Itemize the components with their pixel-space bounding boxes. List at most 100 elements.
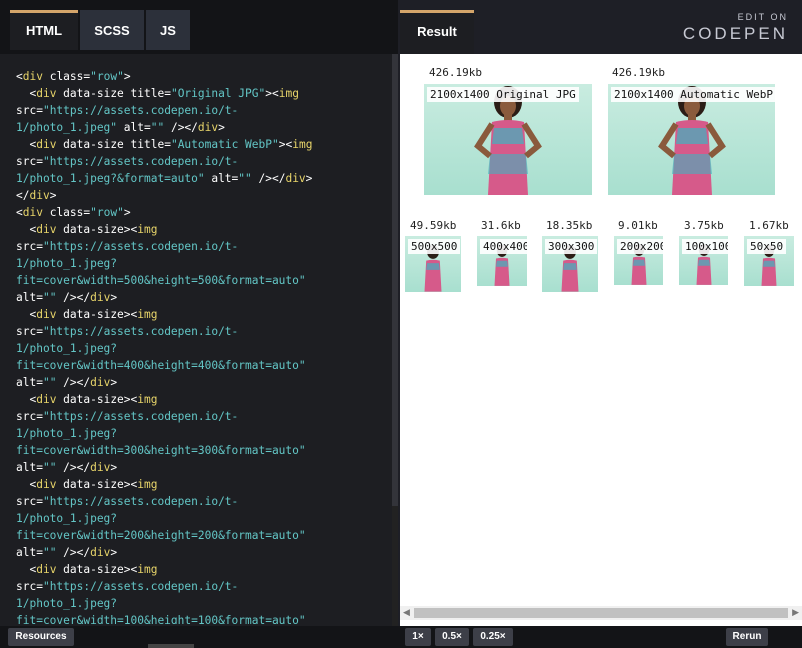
code-token: >< <box>123 563 138 576</box>
code-token: "" <box>42 291 57 304</box>
image-caption: 2100x1400 Original JPG <box>427 87 579 102</box>
code-token: alt= <box>204 172 239 185</box>
code-token: > <box>110 461 118 474</box>
code-line: <div data-size><img <box>16 476 386 493</box>
code-token: fit=cover&width=100&height=100&format=au… <box>16 614 306 624</box>
code-token: "https://assets.codepen.io/t- <box>42 325 239 338</box>
code-token: >< <box>278 138 293 151</box>
code-line: </div> <box>16 187 386 204</box>
code-token: data-size <box>56 308 124 321</box>
code-token: "https://assets.codepen.io/t- <box>42 410 239 423</box>
code-token: div <box>36 478 57 491</box>
image-size-label: 426.19kb <box>612 66 665 79</box>
tab-result[interactable]: Result <box>400 10 474 54</box>
image-500: 500x500 <box>405 236 461 292</box>
tab-scss[interactable]: SCSS <box>80 10 144 50</box>
code-token: data-size <box>56 563 124 576</box>
zoom-1x-button[interactable]: 1× <box>405 628 431 646</box>
code-token: src= <box>16 580 43 593</box>
code-token: "" <box>42 376 57 389</box>
code-line: alt="" /></div> <box>16 544 386 561</box>
result-horizontal-scrollbar[interactable]: ◀ ▶ <box>400 606 802 620</box>
code-token: < <box>16 206 23 219</box>
code-token: alt= <box>16 376 43 389</box>
zoom-05x-button[interactable]: 0.5× <box>435 628 469 646</box>
code-line: alt="" /></div> <box>16 374 386 391</box>
scroll-left-icon[interactable]: ◀ <box>403 607 410 618</box>
image-100: 100x100 <box>679 236 728 285</box>
code-token: div <box>22 70 43 83</box>
code-token: src= <box>16 104 43 117</box>
code-token: div <box>36 138 57 151</box>
tab-html[interactable]: HTML <box>10 10 78 50</box>
result-preview: 426.19kb 2100x1400 Original JPG 426.19kb <box>400 54 802 626</box>
code-line: src="https://assets.codepen.io/t- <box>16 493 386 510</box>
code-token: > <box>305 172 313 185</box>
resize-handle[interactable] <box>148 644 194 648</box>
code-token: alt= <box>16 461 43 474</box>
code-token: < <box>16 563 37 576</box>
scroll-right-icon[interactable]: ▶ <box>792 607 799 618</box>
code-token: 1/photo_1.jpeg? <box>16 257 118 270</box>
code-token: /></ <box>251 172 286 185</box>
code-token: 1/photo_1.jpeg? <box>16 342 118 355</box>
code-line: alt="" /></div> <box>16 459 386 476</box>
code-line: <div data-size title="Automatic WebP"><i… <box>16 136 386 153</box>
code-token: /></ <box>56 546 91 559</box>
code-token: </ <box>16 189 30 202</box>
image-size-label: 9.01kb <box>618 219 658 232</box>
code-token: div <box>36 563 57 576</box>
image-size-label: 3.75kb <box>684 219 724 232</box>
image-caption: 2100x1400 Automatic WebP <box>611 87 775 102</box>
code-token: div <box>285 172 306 185</box>
code-line: fit=cover&width=100&height=100&format=au… <box>16 612 386 624</box>
edit-on-label[interactable]: EDIT ON <box>738 12 788 22</box>
image-caption: 200x200 <box>617 239 663 254</box>
code-token: src= <box>16 155 43 168</box>
code-token: < <box>16 70 23 83</box>
code-token: data-size title= <box>56 87 171 100</box>
code-token: 1/photo_1.jpeg?&format=auto" <box>16 172 205 185</box>
code-token: fit=cover&width=200&height=200&format=au… <box>16 529 306 542</box>
code-token: >< <box>265 87 279 100</box>
html-code-editor[interactable]: <div class="row"> <div data-size title="… <box>16 68 386 624</box>
code-token: div <box>90 461 111 474</box>
codepen-logo[interactable]: CODEPEN <box>683 24 788 44</box>
code-line: <div class="row"> <box>16 68 386 85</box>
code-token: "" <box>42 461 57 474</box>
code-token: class= <box>42 206 91 219</box>
rerun-button[interactable]: Rerun <box>726 628 768 646</box>
codepen-window: HTML SCSS JS <div class="row"> <div data… <box>0 0 802 648</box>
code-token: "https://assets.codepen.io/t- <box>42 580 239 593</box>
image-size-label: 18.35kb <box>546 219 593 232</box>
tab-js[interactable]: JS <box>146 10 190 50</box>
code-token: < <box>16 138 37 151</box>
image-automatic-webp: 2100x1400 Automatic WebP <box>608 84 775 195</box>
editor-scrollbar[interactable] <box>392 54 398 626</box>
code-line: 1/photo_1.jpeg? <box>16 255 386 272</box>
code-token: img <box>292 138 313 151</box>
image-size-label: 1.67kb <box>749 219 789 232</box>
zoom-025x-button[interactable]: 0.25× <box>473 628 513 646</box>
code-token: "https://assets.codepen.io/t- <box>42 104 239 117</box>
image-400: 400x400 <box>477 236 527 286</box>
code-token: data-size <box>56 478 124 491</box>
code-line: <div data-size><img <box>16 391 386 408</box>
image-200: 200x200 <box>614 236 663 285</box>
code-token: > <box>110 291 118 304</box>
code-token: > <box>123 70 131 83</box>
code-line: src="https://assets.codepen.io/t- <box>16 102 386 119</box>
code-token: div <box>90 376 111 389</box>
code-line: <div data-size><img <box>16 221 386 238</box>
code-token: /></ <box>56 291 91 304</box>
code-line: <div data-size title="Original JPG"><img <box>16 85 386 102</box>
resources-button[interactable]: Resources <box>8 628 74 646</box>
scrollbar-thumb[interactable] <box>414 608 788 618</box>
code-token: src= <box>16 240 43 253</box>
code-line: fit=cover&width=200&height=200&format=au… <box>16 527 386 544</box>
code-token: >< <box>123 393 138 406</box>
code-token: class= <box>42 70 91 83</box>
code-token: "Original JPG" <box>170 87 266 100</box>
code-token: src= <box>16 410 43 423</box>
code-line: alt="" /></div> <box>16 289 386 306</box>
